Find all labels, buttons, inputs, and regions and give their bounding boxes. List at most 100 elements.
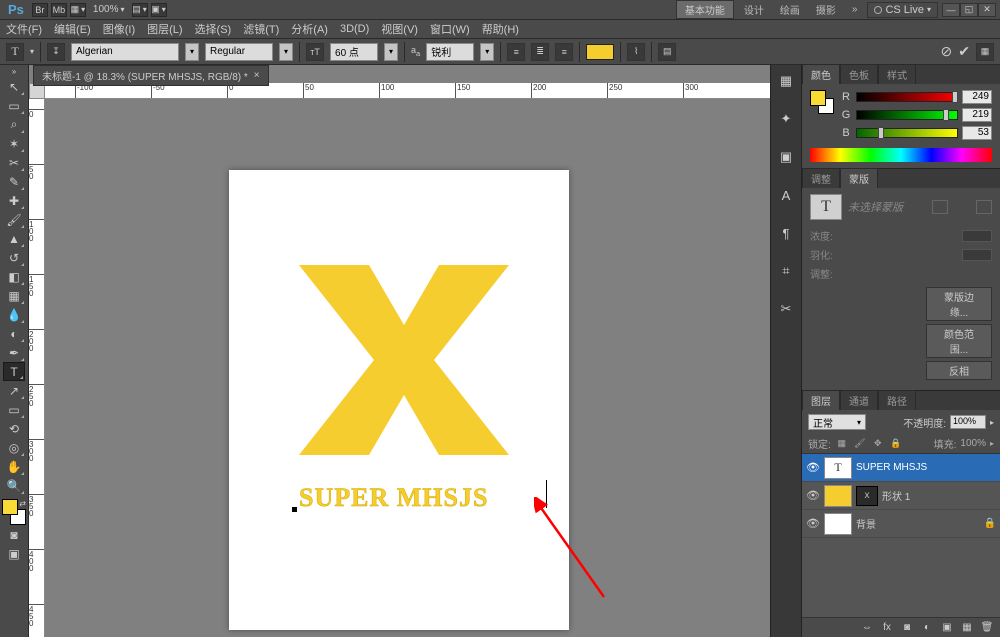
lock-pixels-icon[interactable]: 🖌: [853, 438, 867, 450]
screen-mode-dropdown[interactable]: ▣: [151, 3, 167, 17]
vector-mask-icon[interactable]: [976, 200, 992, 214]
layer-row[interactable]: 👁背景🔒: [802, 510, 1000, 538]
menu-file[interactable]: 文件(F): [6, 21, 42, 37]
link-layers-icon[interactable]: ⇔: [860, 621, 874, 635]
delete-layer-icon[interactable]: 🗑: [980, 621, 994, 635]
menu-layer[interactable]: 图层(L): [147, 21, 182, 37]
tab-mask[interactable]: 蒙版: [840, 168, 878, 188]
brushes-panel-icon[interactable]: ✦: [775, 109, 797, 129]
tools-preset-icon[interactable]: ✂: [775, 299, 797, 319]
eraser-tool-icon[interactable]: ◧: [3, 267, 25, 286]
launch-minibridge-icon[interactable]: Mb: [51, 3, 67, 17]
shape-tool-icon[interactable]: ▭: [3, 400, 25, 419]
cslive-button[interactable]: CS Live ▾: [867, 2, 938, 18]
window-minimize-button[interactable]: —: [942, 3, 960, 17]
font-family-combo[interactable]: Algerian: [71, 43, 179, 61]
menu-window[interactable]: 窗口(W): [430, 21, 470, 37]
warp-text-icon[interactable]: ⌇: [627, 43, 645, 61]
paragraph-panel-icon[interactable]: ¶: [775, 223, 797, 243]
workspace-photo[interactable]: 摄影: [810, 1, 842, 18]
blend-mode-combo[interactable]: 正常▾: [808, 414, 866, 430]
swatches-panel-icon[interactable]: ⌗: [775, 261, 797, 281]
window-close-button[interactable]: ✕: [978, 3, 996, 17]
channel-value[interactable]: 249: [962, 90, 992, 104]
lock-all-icon[interactable]: 🔒: [889, 438, 903, 450]
font-size-dropdown-icon[interactable]: ▾: [384, 43, 398, 61]
history-brush-tool-icon[interactable]: ↺: [3, 248, 25, 267]
font-family-dropdown-icon[interactable]: ▾: [185, 43, 199, 61]
stamp-tool-icon[interactable]: ▲: [3, 229, 25, 248]
layer-row[interactable]: 👁TSUPER MHSJS: [802, 454, 1000, 482]
launch-bridge-icon[interactable]: Br: [32, 3, 48, 17]
type-tool-icon[interactable]: T: [3, 362, 25, 381]
color-slider[interactable]: [856, 92, 958, 102]
clone-panel-icon[interactable]: ▣: [775, 147, 797, 167]
color-spectrum-bar[interactable]: [810, 148, 992, 162]
layer-row[interactable]: 👁x形状 1: [802, 482, 1000, 510]
quick-select-tool-icon[interactable]: ✶: [3, 134, 25, 153]
zoom-level[interactable]: 100%: [89, 4, 129, 15]
color-panel-fgbg[interactable]: [810, 90, 834, 114]
commit-edit-icon[interactable]: ✔: [958, 43, 970, 60]
opacity-value[interactable]: 100%: [950, 415, 986, 429]
workspace-active[interactable]: 基本功能: [676, 0, 734, 19]
eyedropper-tool-icon[interactable]: ✎: [3, 172, 25, 191]
3d-camera-tool-icon[interactable]: ◎: [3, 438, 25, 457]
foreground-background-color[interactable]: ⇄: [2, 499, 26, 525]
tab-close-icon[interactable]: ×: [254, 70, 260, 81]
workspace-design[interactable]: 设计: [738, 1, 770, 18]
tab-styles[interactable]: 样式: [878, 64, 916, 84]
brush-tool-icon[interactable]: 🖌: [3, 210, 25, 229]
font-style-dropdown-icon[interactable]: ▾: [279, 43, 293, 61]
marquee-tool-icon[interactable]: ▭: [3, 96, 25, 115]
character-panel-icon[interactable]: A: [775, 185, 797, 205]
character-panel-icon[interactable]: ▤: [658, 43, 676, 61]
lock-position-icon[interactable]: ✥: [871, 438, 885, 450]
3d-rotate-tool-icon[interactable]: ⟲: [3, 419, 25, 438]
opacity-flyout-icon[interactable]: ▸: [990, 418, 994, 427]
pen-tool-icon[interactable]: ✒: [3, 343, 25, 362]
tab-paths[interactable]: 路径: [878, 390, 916, 410]
menu-view[interactable]: 视图(V): [381, 21, 418, 37]
feather-value[interactable]: [962, 249, 992, 261]
mask-edge-button[interactable]: 蒙版边缘...: [926, 287, 992, 321]
screenmode-toggle-icon[interactable]: ▣: [3, 544, 25, 563]
healing-tool-icon[interactable]: ✚: [3, 191, 25, 210]
dodge-tool-icon[interactable]: ◐: [3, 324, 25, 343]
antialias-dropdown-icon[interactable]: ▾: [480, 43, 494, 61]
history-panel-icon[interactable]: ▦: [775, 71, 797, 91]
move-tool-icon[interactable]: ↖: [3, 77, 25, 96]
vertical-ruler[interactable]: 050100150200250300350400450500: [29, 99, 45, 637]
channel-value[interactable]: 219: [962, 108, 992, 122]
color-slider[interactable]: [856, 128, 958, 138]
swap-colors-icon[interactable]: ⇄: [19, 499, 26, 508]
quickmask-icon[interactable]: ◙: [3, 525, 25, 544]
mask-thumbnail[interactable]: T: [810, 194, 842, 220]
workspace-paint[interactable]: 绘画: [774, 1, 806, 18]
layer-group-icon[interactable]: ▣: [940, 621, 954, 635]
color-panel-fg-swatch[interactable]: [810, 90, 826, 106]
fill-flyout-icon[interactable]: ▸: [990, 439, 994, 448]
visibility-toggle-icon[interactable]: 👁: [806, 517, 820, 530]
cancel-edit-icon[interactable]: ⊘: [941, 43, 953, 60]
menu-filter[interactable]: 滤镜(T): [243, 21, 279, 37]
layer-name[interactable]: 背景: [856, 516, 980, 531]
crop-tool-icon[interactable]: ✂: [3, 153, 25, 172]
3d-text-icon[interactable]: ▦: [976, 43, 994, 61]
arrange-docs-dropdown[interactable]: ▤: [132, 3, 148, 17]
text-bounding-box[interactable]: [294, 480, 544, 510]
color-slider[interactable]: [856, 110, 958, 120]
menu-edit[interactable]: 编辑(E): [54, 21, 91, 37]
menu-3d[interactable]: 3D(D): [340, 23, 369, 35]
zoom-tool-icon[interactable]: 🔍: [3, 476, 25, 495]
layer-mask-icon[interactable]: ◙: [900, 621, 914, 635]
channel-value[interactable]: 53: [962, 126, 992, 140]
lasso-tool-icon[interactable]: ⌕: [3, 115, 25, 134]
font-size-combo[interactable]: 60 点: [330, 43, 378, 61]
path-select-tool-icon[interactable]: ↗: [3, 381, 25, 400]
new-layer-icon[interactable]: ▦: [960, 621, 974, 635]
lock-transparent-icon[interactable]: ▦: [835, 438, 849, 450]
text-orientation-icon[interactable]: ↧: [47, 43, 65, 61]
tab-color[interactable]: 颜色: [802, 64, 840, 84]
layer-name[interactable]: SUPER MHSJS: [856, 462, 996, 473]
